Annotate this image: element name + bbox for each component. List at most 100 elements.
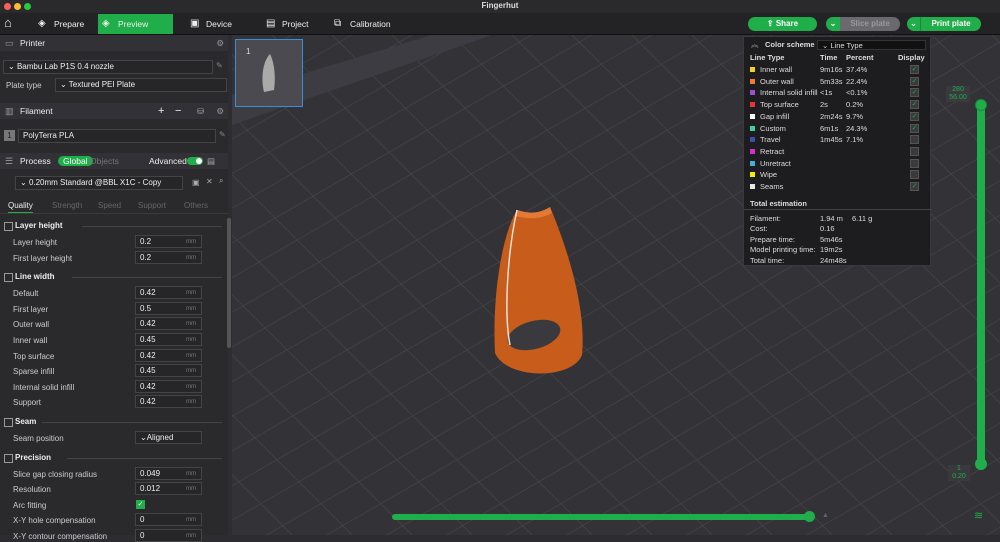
title-bar: Fingerhut	[0, 0, 1000, 13]
legend-header-row: Line Type Time Percent Display	[750, 53, 925, 62]
global-toggle[interactable]: Global	[58, 156, 93, 166]
process-tabs: Quality Strength Speed Support Others	[0, 199, 228, 214]
setting-input[interactable]: 0.5 mm	[135, 301, 202, 315]
settings-scrollbar[interactable]	[227, 218, 231, 348]
display-checkbox[interactable]: ✓	[910, 182, 919, 191]
setting-input[interactable]: 0.42 mm	[135, 317, 202, 331]
move-slider-arrow-icon[interactable]: ▲	[822, 512, 829, 519]
setting-input[interactable]: 0.42 mm	[135, 348, 202, 362]
tab-device[interactable]: ▣ Device	[186, 14, 246, 34]
move-slider-handle[interactable]	[804, 511, 815, 522]
display-checkbox[interactable]: ✓	[910, 111, 919, 121]
tab-prepare[interactable]: ◈ Prepare	[34, 14, 94, 34]
setting-input[interactable]: 0.2 mm	[135, 235, 202, 248]
tab-strength[interactable]: Strength	[52, 201, 82, 210]
legend-row: Seams ✓	[750, 181, 926, 192]
minimize-window-button[interactable]	[14, 3, 21, 10]
section-line-width: Line width	[4, 272, 222, 283]
color-swatch	[750, 172, 755, 178]
home-button[interactable]: ⌂	[4, 15, 12, 30]
plate-type-select[interactable]: ⌄ Textured PEI Plate	[55, 78, 227, 92]
search-settings-icon[interactable]: ⌕	[219, 176, 223, 186]
save-preset-icon[interactable]: ▣	[192, 178, 200, 187]
printer-select[interactable]: ⌄ Bambu Lab P1S 0.4 nozzle	[3, 60, 213, 74]
tab-quality[interactable]: Quality	[8, 201, 33, 213]
process-preset-select[interactable]: ⌄ 0.20mm Standard @BBL X1C - Copy	[15, 176, 183, 190]
display-checkbox[interactable]	[910, 170, 919, 180]
advanced-switch[interactable]	[187, 157, 203, 165]
setting-input[interactable]: 0.049 mm	[135, 466, 202, 480]
color-swatch	[750, 90, 755, 96]
total-row: Model printing time: 19m2s	[750, 245, 843, 255]
legend-row: Travel 1m45s 7.1%	[750, 134, 926, 145]
setting-input[interactable]: 0 mm	[135, 513, 202, 527]
color-scheme-select[interactable]: ⌄ Line Type	[817, 40, 926, 50]
tab-project[interactable]: ▤ Project	[262, 14, 322, 34]
tab-others[interactable]: Others	[184, 201, 208, 210]
setting-input[interactable]: 0.45 mm	[135, 333, 202, 346]
setting-input[interactable]: 0.42 mm	[135, 286, 202, 300]
print-dropdown-button[interactable]: ⌄	[907, 17, 921, 31]
compare-icon[interactable]: ▤	[207, 153, 215, 169]
collapse-legend-icon[interactable]: ︽	[751, 39, 759, 50]
sync-filament-icon[interactable]: ⛁	[197, 103, 204, 119]
move-slider[interactable]	[392, 514, 812, 520]
setting-input[interactable]: 0 mm	[135, 529, 202, 542]
setting-input[interactable]: 0.012 mm	[135, 482, 202, 496]
setting-input[interactable]: 0.45 mm	[135, 364, 202, 378]
print-plate-button[interactable]: Print plate	[921, 17, 981, 31]
remove-filament-button[interactable]: −	[175, 103, 181, 119]
layers-icon[interactable]: ≋	[974, 509, 983, 522]
filament-settings-gear-icon[interactable]: ⚙	[216, 103, 224, 119]
legend-row: Retract	[750, 146, 926, 157]
slice-plate-button[interactable]: Slice plate	[840, 17, 900, 31]
legend-row: Custom 6m1s 24.3% ✓	[750, 123, 926, 134]
setting-input[interactable]: 0.2 mm	[135, 250, 202, 264]
layer-slider-bottom-handle[interactable]	[975, 458, 987, 470]
device-icon: ▣	[190, 18, 200, 29]
seam-position-select[interactable]: ⌄Aligned	[135, 431, 202, 444]
section-layer-height: Layer height	[4, 221, 222, 231]
section-precision: Precision	[4, 453, 222, 463]
display-checkbox[interactable]	[910, 158, 919, 168]
maximize-window-button[interactable]	[24, 3, 31, 10]
tab-preview[interactable]: ◈ Preview	[98, 14, 173, 34]
printer-settings-gear-icon[interactable]: ⚙	[216, 35, 224, 51]
share-button[interactable]: ⇪ Share	[748, 17, 817, 31]
display-checkbox[interactable]: ✓	[910, 88, 919, 98]
window-title: Fingerhut	[481, 1, 519, 10]
display-checkbox[interactable]: ✓	[910, 123, 919, 133]
color-scheme-legend: ︽ Color scheme ⌄ Line Type Line Type Time…	[743, 36, 932, 266]
display-checkbox[interactable]	[910, 135, 919, 145]
setting-input[interactable]: 0.42 mm	[135, 379, 202, 393]
layer-slider-top-handle[interactable]	[975, 99, 987, 111]
delete-preset-icon[interactable]: ✕	[206, 177, 213, 186]
total-estimation-title: Total estimation	[750, 199, 807, 208]
display-checkbox[interactable]	[910, 146, 919, 156]
add-filament-button[interactable]: +	[158, 103, 164, 119]
tab-speed[interactable]: Speed	[98, 201, 121, 210]
tab-support[interactable]: Support	[138, 201, 166, 210]
total-row: Prepare time: 5m46s	[750, 234, 843, 244]
color-swatch	[750, 137, 755, 143]
close-window-button[interactable]	[4, 3, 11, 10]
slice-dropdown-button[interactable]: ⌄	[826, 17, 840, 31]
objects-toggle[interactable]: Objects	[90, 153, 119, 169]
display-checkbox[interactable]: ✓	[910, 100, 919, 110]
setting-input[interactable]: 0.42 mm	[135, 395, 202, 409]
plate-type-label: Plate type	[6, 81, 42, 90]
display-checkbox[interactable]: ✓	[910, 76, 919, 86]
color-swatch	[750, 125, 755, 131]
arc-fitting-checkbox[interactable]: ✓	[136, 499, 145, 509]
color-swatch	[750, 113, 755, 119]
filament-name[interactable]: PolyTerra PLA	[18, 129, 216, 143]
edit-printer-icon[interactable]: ✎	[216, 61, 223, 70]
section-seam: Seam	[4, 417, 222, 427]
layer-slider[interactable]	[977, 103, 985, 468]
filament-item[interactable]: 1 PolyTerra PLA	[4, 129, 216, 143]
legend-row: Inner wall 9m16s 37.4% ✓	[750, 64, 926, 75]
display-checkbox[interactable]: ✓	[910, 65, 919, 74]
legend-row: Outer wall 5m33s 22.4% ✓	[750, 76, 926, 87]
tab-calibration[interactable]: ⧉ Calibration	[330, 14, 400, 34]
edit-filament-icon[interactable]: ✎	[219, 130, 226, 139]
